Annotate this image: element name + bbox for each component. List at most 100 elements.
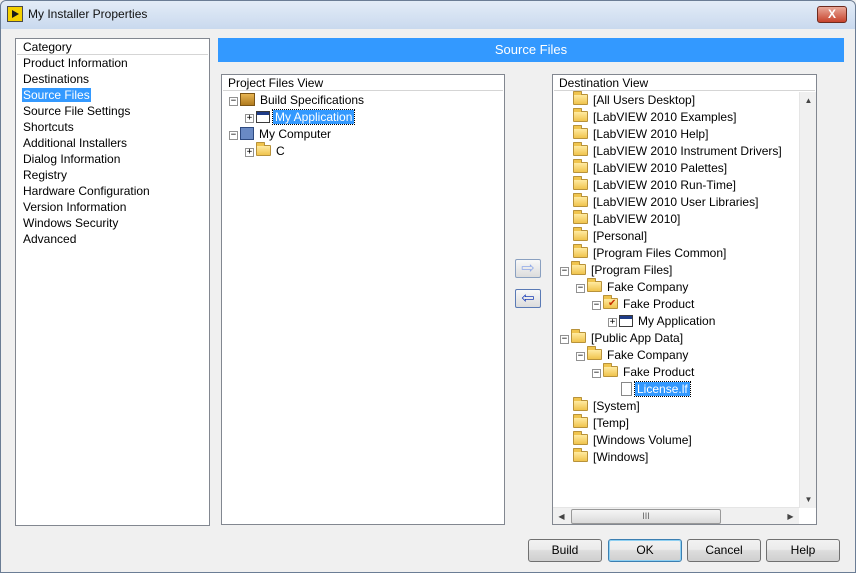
application-icon [256, 111, 270, 123]
collapse-icon[interactable]: − [592, 301, 601, 310]
destination-tree-node[interactable]: + My Application [608, 313, 717, 330]
destination-tree-node[interactable]: [LabVIEW 2010 Help] [560, 125, 710, 143]
category-item-version-information[interactable]: Version Information [22, 199, 209, 215]
destination-tree-node[interactable]: − Fake Product [592, 295, 696, 313]
build-button[interactable]: Build [528, 539, 602, 562]
collapse-icon[interactable]: − [229, 131, 238, 140]
category-item-hardware-configuration[interactable]: Hardware Configuration [22, 183, 209, 199]
category-item-label: Dialog Information [23, 152, 121, 166]
category-item-source-files[interactable]: Source Files [22, 87, 209, 103]
expand-icon[interactable]: + [245, 114, 254, 123]
tree-node-label: [Windows Volume] [593, 433, 692, 447]
computer-icon [240, 127, 254, 140]
folder-icon [573, 414, 588, 428]
collapse-icon[interactable]: − [560, 335, 569, 344]
folder-icon [573, 142, 588, 156]
scroll-left-arrow-icon[interactable]: ◀ [553, 508, 570, 525]
category-header: Category [17, 39, 208, 55]
category-item-advanced[interactable]: Advanced [22, 231, 209, 247]
collapse-icon[interactable]: − [229, 97, 238, 106]
category-item-windows-security[interactable]: Windows Security [22, 215, 209, 231]
category-item-destinations[interactable]: Destinations [22, 71, 209, 87]
collapse-icon[interactable]: − [560, 267, 569, 276]
expand-icon[interactable]: + [245, 148, 254, 157]
collapse-icon[interactable]: − [592, 369, 601, 378]
project-tree-node[interactable]: + C [245, 142, 287, 160]
project-tree-node[interactable]: + My Application [245, 109, 356, 126]
tree-node-label: [LabVIEW 2010 Examples] [593, 110, 737, 124]
destination-tree-node[interactable]: [All Users Desktop] [560, 91, 697, 109]
category-item-dialog-information[interactable]: Dialog Information [22, 151, 209, 167]
project-tree-node[interactable]: − Build Specifications [229, 92, 366, 109]
destination-tree-node[interactable]: [LabVIEW 2010 Palettes] [560, 159, 729, 177]
close-button[interactable]: X [817, 6, 847, 23]
category-item-label: Windows Security [23, 216, 119, 230]
destination-vertical-scrollbar[interactable]: ▲ ▼ [799, 92, 816, 508]
destination-tree-node[interactable]: − Fake Company [576, 278, 690, 296]
destination-tree-node[interactable]: [Program Files Common] [560, 244, 728, 262]
tree-node-label: [LabVIEW 2010 Instrument Drivers] [593, 144, 782, 158]
add-to-destination-button[interactable]: ⇨ [515, 259, 541, 278]
scroll-right-arrow-icon[interactable]: ▶ [782, 508, 799, 525]
tree-node-label: Fake Product [623, 297, 695, 311]
title-bar[interactable]: My Installer Properties X [1, 1, 855, 29]
folder-icon [587, 346, 602, 360]
cancel-button[interactable]: Cancel [687, 539, 761, 562]
category-item-label: Source File Settings [23, 104, 131, 118]
destination-tree-node[interactable]: [LabVIEW 2010 User Libraries] [560, 193, 760, 211]
destination-tree-node[interactable]: [Windows Volume] [560, 431, 694, 449]
destination-tree-node[interactable]: [LabVIEW 2010 Instrument Drivers] [560, 142, 784, 160]
tree-node-label: [Personal] [593, 229, 648, 243]
category-list-panel: Category Product Information Destinations… [15, 38, 210, 526]
tree-node-label: [LabVIEW 2010] [593, 212, 681, 226]
remove-from-destination-button[interactable]: ⇦ [515, 289, 541, 308]
category-item-label: Registry [23, 168, 68, 182]
folder-icon [573, 227, 588, 241]
destination-tree-node[interactable]: License.lf [608, 381, 691, 398]
tree-node-label: [Public App Data] [591, 331, 684, 345]
destination-tree-node[interactable]: [LabVIEW 2010 Run-Time] [560, 176, 738, 194]
category-item-label: Hardware Configuration [23, 184, 150, 198]
page-title-banner: Source Files [218, 38, 844, 62]
folder-icon [573, 91, 588, 105]
collapse-icon[interactable]: − [576, 284, 585, 293]
destination-tree-node[interactable]: − Fake Product [592, 363, 696, 381]
folder-icon [571, 329, 586, 343]
ok-button[interactable]: OK [608, 539, 682, 562]
scroll-down-arrow-icon[interactable]: ▼ [800, 491, 817, 508]
tree-node-label: [LabVIEW 2010 User Libraries] [593, 195, 759, 209]
tree-node-label: My Application [271, 109, 356, 125]
destination-tree-node[interactable]: [Windows] [560, 448, 650, 466]
tree-node-label: License.lf [634, 381, 691, 397]
destination-tree-node[interactable]: − [Program Files] [560, 261, 674, 279]
folder-icon [571, 261, 586, 275]
horizontal-scroll-thumb[interactable]: III [571, 509, 721, 524]
destination-horizontal-scrollbar[interactable]: ◀ III ▶ [553, 507, 799, 524]
category-item-product-information[interactable]: Product Information [22, 55, 209, 71]
destination-tree-node[interactable]: − Fake Company [576, 346, 690, 364]
category-item-label: Source Files [22, 88, 91, 102]
folder-icon [573, 244, 588, 258]
help-button[interactable]: Help [766, 539, 840, 562]
destination-tree-node[interactable]: − [Public App Data] [560, 329, 685, 347]
expand-icon[interactable]: + [608, 318, 617, 327]
tree-node-label: [Program Files Common] [593, 246, 727, 260]
category-item-registry[interactable]: Registry [22, 167, 209, 183]
category-item-shortcuts[interactable]: Shortcuts [22, 119, 209, 135]
folder-check-icon [603, 295, 618, 312]
tree-node-label: My Computer [259, 127, 332, 141]
destination-view: Destination View [All Users Desktop] [Lab… [552, 74, 817, 525]
category-item-additional-installers[interactable]: Additional Installers [22, 135, 209, 151]
category-item-source-file-settings[interactable]: Source File Settings [22, 103, 209, 119]
destination-tree-node[interactable]: [Personal] [560, 227, 649, 245]
destination-tree-node[interactable]: [Temp] [560, 414, 631, 432]
destination-header: Destination View [554, 75, 815, 91]
folder-icon [573, 176, 588, 190]
destination-tree-node[interactable]: [LabVIEW 2010 Examples] [560, 108, 738, 126]
scroll-up-arrow-icon[interactable]: ▲ [800, 92, 817, 109]
destination-tree-node[interactable]: [System] [560, 397, 642, 415]
project-tree-node[interactable]: − My Computer [229, 126, 333, 143]
dialog-body: Category Product Information Destinations… [7, 31, 849, 568]
collapse-icon[interactable]: − [576, 352, 585, 361]
destination-tree-node[interactable]: [LabVIEW 2010] [560, 210, 682, 228]
